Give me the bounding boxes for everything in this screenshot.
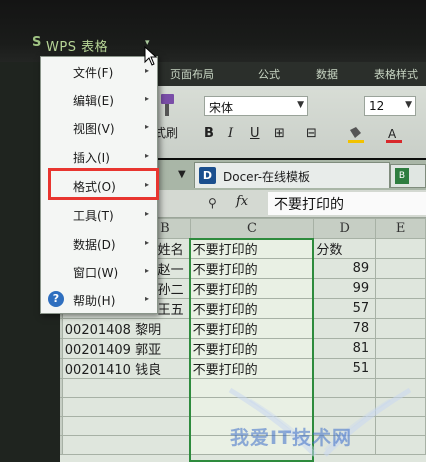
cell-c[interactable]: 不要打印的 <box>189 258 315 279</box>
cell-e[interactable] <box>375 258 426 279</box>
format-painter-icon[interactable] <box>156 92 178 120</box>
cell-c[interactable]: 不要打印的 <box>189 238 315 259</box>
fill-color-icon[interactable] <box>346 126 366 144</box>
svg-text:A: A <box>388 127 397 141</box>
chevron-right-icon: ▸ <box>145 151 150 160</box>
font-size-select[interactable]: 12 ▼ <box>364 96 416 116</box>
italic-button[interactable]: I <box>228 126 233 146</box>
tab-page-layout[interactable]: 页面布局 <box>170 66 214 82</box>
doc-tab-label: Docer-在线模板 <box>223 170 311 184</box>
menu-item-label: 视图(V) <box>73 122 115 136</box>
cell-b[interactable]: 00201410 钱良 <box>61 358 191 379</box>
menu-item-label: 文件(F) <box>73 66 114 80</box>
column-header-e[interactable]: E <box>375 218 426 239</box>
menu-item-label: 编辑(E) <box>73 94 114 108</box>
annotation-highlight-box <box>48 168 159 200</box>
cell-e[interactable] <box>375 278 426 299</box>
menu-item-help[interactable]: ? 帮助(H) ▸ <box>41 288 157 312</box>
tab-table-style[interactable]: 表格样式 <box>374 66 418 82</box>
column-header-d[interactable]: D <box>313 218 377 239</box>
cell-c[interactable]: 不要打印的 <box>189 298 315 319</box>
cell-d[interactable]: 78 <box>313 318 377 339</box>
cell-e[interactable] <box>375 318 426 339</box>
cell-b[interactable]: 00201408 黎明 <box>61 318 191 339</box>
document-tab-strip: ▼ D Docer-在线模板 × B <box>150 160 426 190</box>
menu-item-insert[interactable]: 插入(I) ▸ <box>41 145 157 169</box>
formula-input[interactable]: 不要打印的 <box>268 192 426 215</box>
menu-item-data[interactable]: 数据(D) ▸ <box>41 232 157 256</box>
menu-item-label: 数据(D) <box>73 238 116 252</box>
cell-b[interactable] <box>61 378 191 398</box>
underline-button[interactable]: U <box>250 126 260 146</box>
cell-d[interactable]: 57 <box>313 298 377 319</box>
font-color-icon[interactable]: A <box>384 126 404 144</box>
help-icon: ? <box>48 291 64 307</box>
border-button[interactable]: ⊞ <box>274 126 285 146</box>
menu-item-edit[interactable]: 编辑(E) ▸ <box>41 88 157 112</box>
cell-d[interactable]: 分数 <box>313 238 377 259</box>
tab-workbook[interactable]: B <box>390 164 426 188</box>
cell-c[interactable]: 不要打印的 <box>189 318 315 339</box>
cell-e[interactable] <box>375 238 426 259</box>
cell-b[interactable] <box>61 435 191 455</box>
menu-item-window[interactable]: 窗口(W) ▸ <box>41 260 157 284</box>
wps-logo-icon: S <box>32 35 42 50</box>
menu-item-label: 插入(I) <box>73 151 110 165</box>
tab-docer-template[interactable]: D Docer-在线模板 × <box>194 162 425 188</box>
spreadsheet-icon: B <box>395 168 409 184</box>
toolbar: 式刷 宋体 ▼ 12 ▼ B I U ⊞ ⊟ A <box>150 86 426 158</box>
chevron-right-icon: ▸ <box>145 122 150 131</box>
menu-item-label: 窗口(W) <box>73 266 119 280</box>
tab-list-arrow-icon[interactable]: ▼ <box>178 169 186 180</box>
cell-e[interactable] <box>375 298 426 319</box>
table-row: 5 00201408 黎明 不要打印的 78 <box>0 318 426 339</box>
cell-c[interactable]: 不要打印的 <box>189 338 315 359</box>
cell-b[interactable] <box>61 416 191 436</box>
formula-bar: ⚲ fx 不要打印的 <box>150 190 426 218</box>
chevron-right-icon: ▸ <box>145 238 150 247</box>
menu-item-view[interactable]: 视图(V) ▸ <box>41 116 157 140</box>
cell-c[interactable]: 不要打印的 <box>189 358 315 379</box>
font-size-value: 12 <box>369 99 385 113</box>
column-header-c[interactable]: C <box>189 218 315 239</box>
table-row: 7 00201410 钱良 不要打印的 51 <box>0 358 426 379</box>
bold-button[interactable]: B <box>204 126 214 146</box>
app-title[interactable]: WPS 表格 <box>46 36 108 55</box>
chevron-right-icon: ▸ <box>145 294 150 303</box>
chevron-right-icon: ▸ <box>145 266 150 275</box>
cell-d[interactable]: 81 <box>313 338 377 359</box>
cell-d[interactable]: 51 <box>313 358 377 379</box>
title-bar: S WPS 表格 ▾ <box>0 0 426 62</box>
tab-data[interactable]: 数据 <box>316 66 338 82</box>
watermark-text: 我爱IT技术网 <box>230 427 353 449</box>
cell-b[interactable]: 00201409 郭亚 <box>61 338 191 359</box>
chevron-right-icon: ▸ <box>145 94 150 103</box>
menu-item-tools[interactable]: 工具(T) ▸ <box>41 203 157 227</box>
cell-e[interactable] <box>375 358 426 379</box>
search-icon[interactable]: ⚲ <box>208 196 217 210</box>
font-name-value: 宋体 <box>209 101 234 115</box>
docer-icon: D <box>199 167 216 184</box>
menu-item-label: 帮助(H) <box>73 294 116 308</box>
cell-d[interactable]: 89 <box>313 258 377 279</box>
table-row: 6 00201409 郭亚 不要打印的 81 <box>0 338 426 359</box>
merge-button[interactable]: ⊟ <box>306 126 317 146</box>
cell-c[interactable]: 不要打印的 <box>189 278 315 299</box>
chevron-right-icon: ▸ <box>145 209 150 218</box>
menu-item-file[interactable]: 文件(F) ▸ <box>41 60 157 84</box>
chevron-right-icon: ▸ <box>145 66 150 75</box>
mouse-cursor-icon <box>144 46 158 66</box>
font-name-select[interactable]: 宋体 ▼ <box>204 96 308 116</box>
tab-formula[interactable]: 公式 <box>258 66 280 82</box>
fx-icon[interactable]: fx <box>236 194 248 209</box>
cell-d[interactable]: 99 <box>313 278 377 299</box>
cell-b[interactable] <box>61 397 191 417</box>
menu-item-label: 工具(T) <box>73 209 114 223</box>
chevron-down-icon[interactable]: ▼ <box>405 100 412 110</box>
cell-e[interactable] <box>375 338 426 359</box>
chevron-down-icon[interactable]: ▼ <box>297 100 304 110</box>
